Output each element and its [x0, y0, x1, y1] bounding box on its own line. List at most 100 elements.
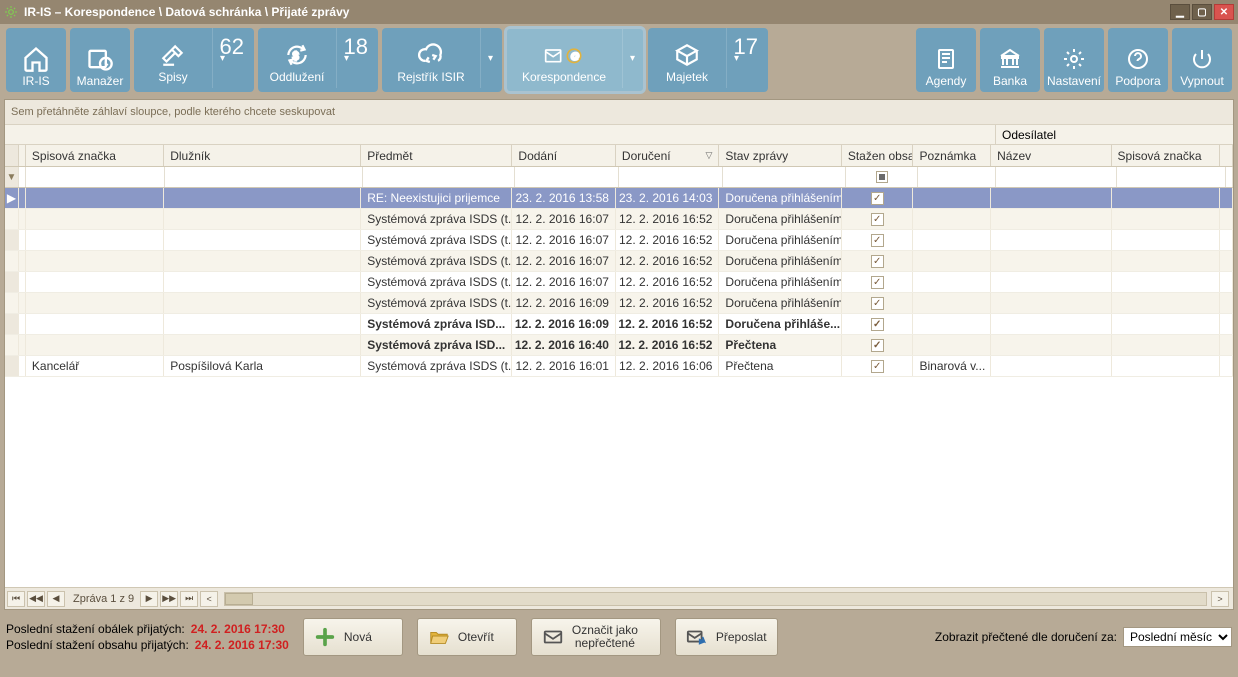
cell-spis2 [1112, 188, 1220, 208]
button-oznacit[interactable]: Označit jako nepřečtené [531, 618, 661, 656]
filter-predmet[interactable] [363, 167, 515, 187]
cell-dluznik [164, 209, 361, 229]
pager-stop[interactable]: < [200, 591, 218, 607]
button-otevrit[interactable]: Otevřít [417, 618, 517, 656]
col-dluznik[interactable]: Dlužník [164, 145, 361, 166]
checkbox-stazen[interactable]: ✓ [871, 339, 884, 352]
cell-spis2 [1112, 356, 1220, 376]
autofilter-icon[interactable]: ▼ [5, 167, 19, 187]
grid-panel: Sem přetáhněte záhlaví sloupce, podle kt… [4, 99, 1234, 610]
filter-stazen[interactable] [846, 167, 918, 187]
checkbox-stazen[interactable]: ✓ [871, 318, 884, 331]
pager-next-page[interactable]: ▶▶ [160, 591, 178, 607]
cell-remain [1220, 335, 1233, 355]
svg-text:@: @ [571, 51, 580, 61]
col-spisova[interactable]: Spisová značka [26, 145, 164, 166]
bank-icon [998, 44, 1022, 74]
col-spis2[interactable]: Spisová značka [1112, 145, 1220, 166]
filter-select[interactable]: Poslední měsíc [1123, 627, 1232, 647]
table-row[interactable]: Systémová zpráva ISDS (t...12. 2. 2016 1… [5, 230, 1233, 251]
cell-poznamka [913, 314, 991, 334]
button-oznacit-label: Označit jako nepřečtené [572, 624, 638, 650]
pager-first[interactable]: ⏮ [7, 591, 25, 607]
ribbon-iris[interactable]: IR-IS [6, 28, 66, 92]
close-button[interactable]: ✕ [1214, 4, 1234, 20]
col-odesilatel-group[interactable]: Odesílatel [996, 125, 1233, 144]
cell-predmet: Systémová zpráva ISDS (t... [361, 356, 512, 376]
filter-dodani[interactable] [515, 167, 619, 187]
cell-spis2 [1112, 230, 1220, 250]
ribbon-spisy[interactable]: Spisy 62 ▾ [134, 28, 254, 92]
col-stav[interactable]: Stav zprávy [719, 145, 841, 166]
pager-last[interactable]: ⏭ [180, 591, 198, 607]
pager-prev[interactable]: ◀ [47, 591, 65, 607]
row-indicator [5, 251, 19, 271]
ribbon-korespondence[interactable]: @ Korespondence ▾ [506, 28, 644, 92]
ribbon-rejstrik-drop[interactable]: ▾ [480, 28, 500, 88]
table-row[interactable]: Systémová zpráva ISDS (t...12. 2. 2016 1… [5, 209, 1233, 230]
pager-prev-page[interactable]: ◀◀ [27, 591, 45, 607]
filter-spis2[interactable] [1117, 167, 1226, 187]
checkbox-stazen[interactable]: ✓ [871, 297, 884, 310]
ribbon-banka[interactable]: Banka [980, 28, 1040, 92]
cell-dodani: 12. 2. 2016 16:09 [512, 293, 616, 313]
pager-scroll-right[interactable]: > [1211, 591, 1229, 607]
cell-doruceni: 12. 2. 2016 16:06 [616, 356, 720, 376]
button-preposlat[interactable]: Přeposlat [675, 618, 778, 656]
row-gutter [19, 314, 26, 334]
table-row[interactable]: Systémová zpráva ISDS (t...12. 2. 2016 1… [5, 272, 1233, 293]
checkbox-stazen[interactable]: ✓ [871, 234, 884, 247]
ribbon: IR-IS Manažer Spisy 62 ▾ $ Oddlužení 18 … [0, 24, 1238, 95]
ribbon-manazer[interactable]: Manažer [70, 28, 130, 92]
col-dodani[interactable]: Dodání [512, 145, 616, 166]
table-row[interactable]: Systémová zpráva ISD...12. 2. 2016 16:40… [5, 335, 1233, 356]
col-nazev[interactable]: Název [991, 145, 1111, 166]
filter-poznamka[interactable] [918, 167, 996, 187]
ribbon-agendy-label: Agendy [926, 74, 967, 88]
table-row[interactable]: Systémová zpráva ISD...12. 2. 2016 16:09… [5, 314, 1233, 335]
cell-nazev [991, 356, 1111, 376]
table-row[interactable]: ▶RE: Neexistujici prijemce23. 2. 2016 13… [5, 188, 1233, 209]
filter-doruceni[interactable] [619, 167, 723, 187]
ribbon-majetek[interactable]: Majetek 17 ▾ [648, 28, 768, 92]
pager-next[interactable]: ▶ [140, 591, 158, 607]
ribbon-korespondence-drop[interactable]: ▾ [622, 28, 642, 88]
minimize-button[interactable]: ▁ [1170, 4, 1190, 20]
titlebar: IR-IS – Korespondence \ Datová schránka … [0, 0, 1238, 24]
ribbon-podpora[interactable]: Podpora [1108, 28, 1168, 92]
maximize-button[interactable]: ▢ [1192, 4, 1212, 20]
checkbox-stazen[interactable]: ✓ [871, 213, 884, 226]
app-gear-icon [4, 5, 18, 19]
button-nova[interactable]: Nová [303, 618, 403, 656]
table-row[interactable]: Systémová zpráva ISDS (t...12. 2. 2016 1… [5, 251, 1233, 272]
filter-nazev[interactable] [996, 167, 1117, 187]
pager-hscroll[interactable] [224, 592, 1207, 606]
ribbon-rejstrik[interactable]: Rejstřík ISIR ▾ [382, 28, 502, 92]
table-row[interactable]: Systémová zpráva ISDS (t...12. 2. 2016 1… [5, 293, 1233, 314]
col-poznamka[interactable]: Poznámka [913, 145, 991, 166]
filter-spisova[interactable] [26, 167, 165, 187]
col-predmet[interactable]: Předmět [361, 145, 512, 166]
checkbox-stazen[interactable]: ✓ [871, 192, 884, 205]
table-row[interactable]: KancelářPospíšilová KarlaSystémová zpráv… [5, 356, 1233, 377]
ribbon-agendy[interactable]: Agendy [916, 28, 976, 92]
ribbon-iris-label: IR-IS [22, 74, 49, 88]
filter-stav[interactable] [723, 167, 846, 187]
ribbon-vypnout[interactable]: Vypnout [1172, 28, 1232, 92]
cell-dluznik [164, 272, 361, 292]
cell-dluznik [164, 293, 361, 313]
button-nova-label: Nová [344, 630, 372, 644]
ribbon-spisy-count: 62 [220, 34, 244, 60]
cell-stazen: ✓ [842, 230, 914, 250]
checkbox-stazen[interactable]: ✓ [871, 255, 884, 268]
ribbon-nastaveni[interactable]: Nastavení [1044, 28, 1104, 92]
checkbox-stazen[interactable]: ✓ [871, 276, 884, 289]
cell-stazen: ✓ [842, 356, 914, 376]
col-stazen[interactable]: Stažen obsah [842, 145, 914, 166]
filter-dluznik[interactable] [165, 167, 363, 187]
checkbox-stazen[interactable]: ✓ [871, 360, 884, 373]
group-by-bar[interactable]: Sem přetáhněte záhlaví sloupce, podle kt… [5, 100, 1233, 125]
col-doruceni[interactable]: Doručení ▽ [616, 145, 720, 166]
cell-dodani: 12. 2. 2016 16:07 [512, 272, 616, 292]
ribbon-oddluzeni[interactable]: $ Oddlužení 18 ▾ [258, 28, 378, 92]
